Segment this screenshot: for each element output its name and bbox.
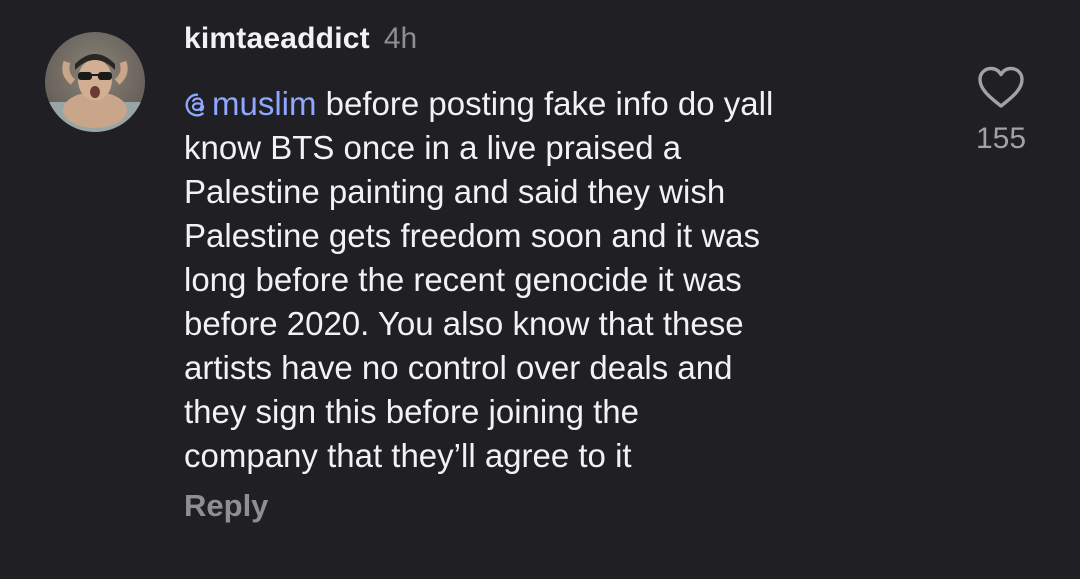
comment-message: before posting fake info do yall know BT… (184, 85, 774, 474)
avatar-image (45, 32, 145, 132)
username[interactable]: kimtaeaddict (184, 22, 370, 56)
like-count: 155 (975, 122, 1027, 155)
comment-text: muslim before posting fake info do yall … (184, 82, 924, 478)
mention-name: muslim (212, 85, 317, 122)
heart-outline-icon[interactable] (976, 64, 1026, 110)
comment-item: kimtaeaddict 4h muslim before posting fa… (0, 0, 1080, 579)
reply-button[interactable]: Reply (184, 488, 268, 524)
mention-link[interactable]: muslim (184, 85, 317, 122)
threads-at-icon (185, 93, 205, 117)
timestamp: 4h (383, 22, 418, 55)
comment-body: kimtaeaddict 4h muslim before posting fa… (184, 22, 924, 478)
avatar[interactable] (45, 32, 145, 132)
like-control[interactable]: 155 (966, 64, 1036, 156)
comment-header: kimtaeaddict 4h (184, 22, 924, 66)
